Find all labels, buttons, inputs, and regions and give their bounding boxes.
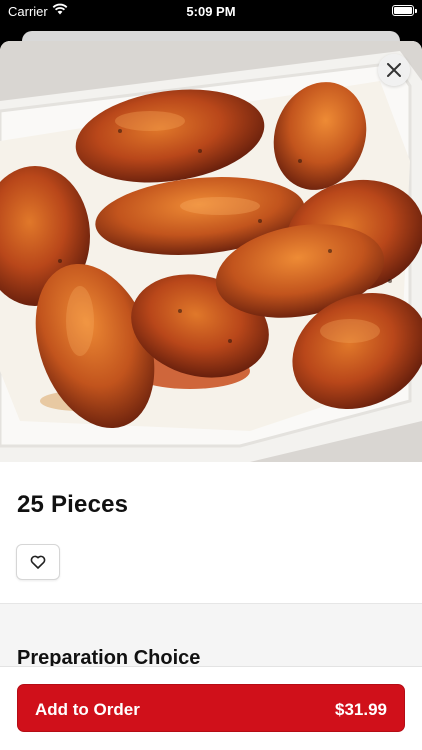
close-icon <box>387 63 401 77</box>
item-photo <box>0 41 422 462</box>
clock: 5:09 PM <box>186 4 236 19</box>
add-to-order-label: Add to Order <box>35 700 140 719</box>
add-to-order-button[interactable]: Add to Order $31.99 <box>17 684 405 732</box>
battery-icon <box>392 5 417 16</box>
item-name: 25 Pieces <box>17 491 129 518</box>
heart-outline-icon <box>30 555 46 569</box>
favorite-button[interactable] <box>16 544 60 580</box>
status-bar: Carrier 5:09 PM <box>0 0 422 24</box>
item-detail-sheet: 25 Pieces Preparation Choice Add to Orde… <box>0 41 422 750</box>
close-button[interactable] <box>378 54 410 86</box>
food-photo-illustration <box>0 41 422 462</box>
price-label: $31.99 <box>335 700 387 719</box>
order-footer: Add to Order $31.99 <box>0 666 422 750</box>
